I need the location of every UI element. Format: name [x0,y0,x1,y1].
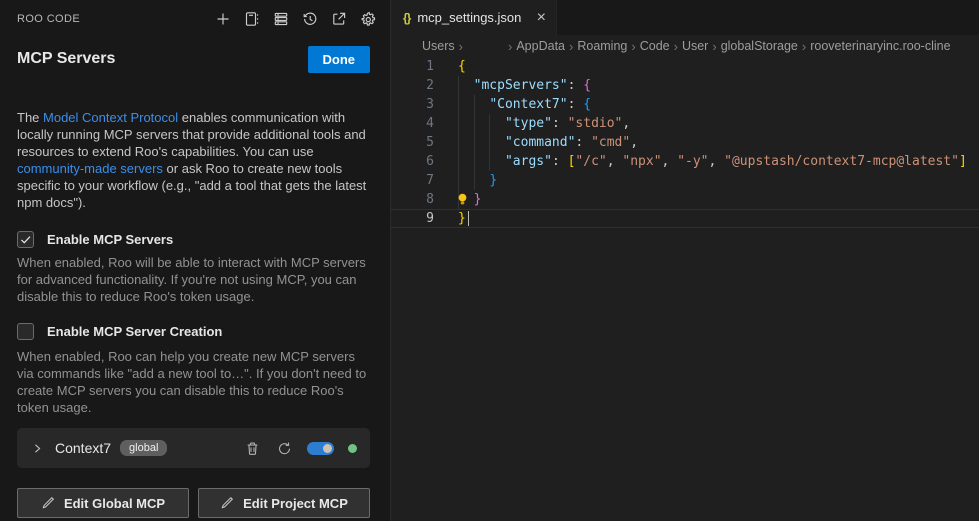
breadcrumb-item[interactable]: User [682,39,708,53]
line-number[interactable]: 7 [391,171,434,190]
panel-toolbar [214,10,377,28]
code-line[interactable]: 7 } [391,171,979,190]
pencil-icon [41,496,55,510]
line-number[interactable]: 9 [391,209,434,228]
breadcrumb-separator: › [459,39,463,54]
server-icon[interactable] [272,10,290,28]
breadcrumb-separator: › [802,39,806,54]
code-text: "Context7": { [434,95,591,114]
toggle-knob [323,444,332,453]
enable-mcp-servers-checkbox[interactable] [17,231,34,248]
done-button[interactable]: Done [308,46,371,73]
breadcrumb-item[interactable]: Roaming [577,39,627,53]
enable-mcp-servers-row: Enable MCP Servers [17,231,370,248]
code-line[interactable]: 4 "type": "stdio", [391,114,979,133]
roo-code-panel: ROO CODE [0,0,390,521]
footer-buttons: Edit Global MCP Edit Project MCP [17,488,370,518]
pencil-icon [220,496,234,510]
vscode-window: ROO CODE [0,0,979,521]
code-text: } [434,209,466,228]
breadcrumb-item[interactable]: AppData [516,39,565,53]
line-number[interactable]: 2 [391,76,434,95]
model-context-protocol-link[interactable]: Model Context Protocol [43,110,178,125]
tab-title: mcp_settings.json [417,10,521,25]
json-file-icon: {} [403,11,410,25]
enable-mcp-creation-label: Enable MCP Server Creation [47,324,222,339]
breadcrumb: Users › › AppData › Roaming › Code › User › globalS… [391,35,979,57]
text-cursor [468,211,469,226]
code-text: } [434,171,497,190]
editor-pane: {} mcp_settings.json × Users › › AppData › Ro… [390,0,979,521]
code-text: "mcpServers": { [434,76,591,95]
breadcrumb-separator: › [508,39,512,54]
community-made-servers-link[interactable]: community-made servers [17,161,163,176]
line-number[interactable]: 8 [391,190,434,209]
enable-mcp-creation-checkbox[interactable] [17,323,34,340]
code-text: "command": "cmd", [434,133,638,152]
page-title: MCP Servers [17,50,115,68]
line-number[interactable]: 4 [391,114,434,133]
breadcrumb-separator: › [674,39,678,54]
scope-badge: global [120,440,167,456]
line-number[interactable]: 5 [391,133,434,152]
code-line[interactable]: 9} [391,209,979,228]
status-online-dot [348,444,357,453]
trash-icon[interactable] [243,439,261,457]
edit-project-mcp-button[interactable]: Edit Project MCP [198,488,370,518]
edit-global-mcp-button[interactable]: Edit Global MCP [17,488,189,518]
enable-mcp-creation-row: Enable MCP Server Creation [17,323,370,340]
code-text: "args": ["/c", "npx", "-y", "@upstash/co… [434,152,967,171]
view-header: MCP Servers Done [17,45,370,73]
notebook-icon[interactable] [243,10,261,28]
code-line[interactable]: 2 "mcpServers": { [391,76,979,95]
history-icon[interactable] [301,10,319,28]
breadcrumb-item[interactable]: rooveterinaryinc.roo-cline [810,39,950,53]
enable-mcp-servers-description: When enabled, Roo will be able to intera… [17,254,370,305]
code-line[interactable]: 8 } [391,190,979,209]
breadcrumb-separator: › [712,39,716,54]
breadcrumb-item[interactable]: Code [640,39,670,53]
close-icon[interactable]: × [537,10,546,26]
code-line[interactable]: 3 "Context7": { [391,95,979,114]
breadcrumb-separator: › [631,39,635,54]
tab-mcp-settings[interactable]: {} mcp_settings.json × [391,0,557,35]
enable-mcp-servers-label: Enable MCP Servers [47,232,173,247]
server-enabled-toggle[interactable] [307,442,334,455]
plus-icon[interactable] [214,10,232,28]
line-number[interactable]: 6 [391,152,434,171]
server-row-context7: Context7 global [17,428,370,468]
enable-mcp-creation-description: When enabled, Roo can help you create ne… [17,348,370,416]
breadcrumb-item[interactable]: globalStorage [721,39,798,53]
gear-icon[interactable] [359,10,377,28]
code-text: { [434,57,466,76]
breadcrumb-separator: › [569,39,573,54]
server-actions [243,439,357,457]
panel-header: ROO CODE [17,0,370,29]
intro-text: The [17,110,43,125]
line-number[interactable]: 1 [391,57,434,76]
tab-bar: {} mcp_settings.json × [391,0,979,35]
intro-paragraph: The Model Context Protocol enables commu… [17,109,370,211]
open-external-icon[interactable] [330,10,348,28]
restart-icon[interactable] [275,439,293,457]
line-number[interactable]: 3 [391,95,434,114]
edit-project-mcp-label: Edit Project MCP [243,496,348,511]
code-line[interactable]: 1{ [391,57,979,76]
code-line[interactable]: 5 "command": "cmd", [391,133,979,152]
edit-global-mcp-label: Edit Global MCP [64,496,165,511]
chevron-right-icon[interactable] [31,441,45,455]
breadcrumb-item[interactable]: Users [422,39,455,53]
code-editor[interactable]: 1{2 "mcpServers": {3 "Context7": {4 "typ… [391,57,979,521]
server-name: Context7 [55,440,111,456]
code-line[interactable]: 6 "args": ["/c", "npx", "-y", "@upstash/… [391,152,979,171]
panel-title: ROO CODE [17,13,80,25]
code-text: "type": "stdio", [434,114,630,133]
